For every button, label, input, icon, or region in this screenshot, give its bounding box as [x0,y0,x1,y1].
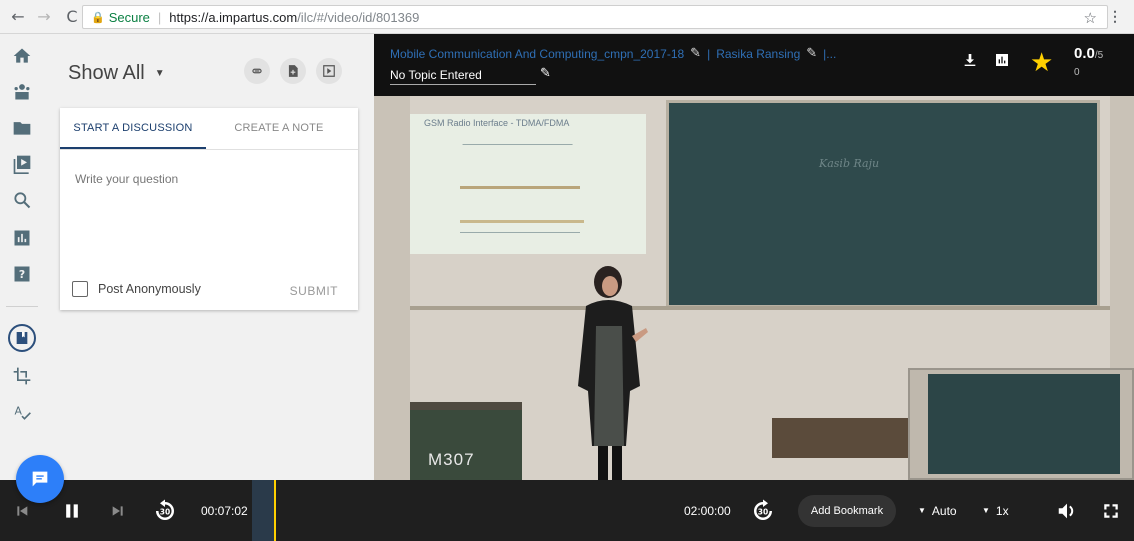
rating-count: 0 [1074,67,1080,78]
reload-icon[interactable]: C [62,7,82,26]
skip-next-icon[interactable] [110,480,126,541]
fullscreen-icon[interactable] [1102,480,1120,541]
caret-down-icon: ▼ [982,506,990,515]
back-icon[interactable]: ← [8,7,28,26]
discussion-panel: Show All ▼ START A DISCUSSION CREATE A N… [46,34,374,480]
video-header: Mobile Communication And Computing_cmpn_… [374,34,1134,96]
edit-instructor-icon[interactable]: ✎ [806,46,817,61]
svg-text:30: 30 [758,507,768,516]
instructor-name[interactable]: Rasika Ransing [716,47,800,61]
quality-dropdown[interactable]: ▼ Auto [918,480,957,541]
lock-icon: 🔒 [91,10,105,24]
playhead[interactable] [274,480,276,541]
slide-title: GSM Radio Interface - TDMA/FDMA [424,118,570,128]
presenter-figure [578,266,648,480]
board-writing: Kasib Raju [819,157,880,170]
notes-icon[interactable] [8,324,36,352]
rewind-30-icon[interactable]: 30 [152,480,178,541]
rating-value: 0.0 [1074,45,1095,62]
rating-max: /5 [1094,50,1104,61]
speed-dropdown[interactable]: ▼ 1x [982,480,1009,541]
rating-star-icon[interactable]: ★ [1030,48,1053,78]
download-icon[interactable] [962,52,978,68]
projected-slide: GSM Radio Interface - TDMA/FDMA [410,114,646,254]
classroom-icon[interactable] [10,80,34,104]
stats-icon[interactable] [994,52,1010,68]
anonymous-label: Post Anonymously [98,282,201,296]
analytics-icon[interactable] [10,226,34,250]
volume-icon[interactable] [1056,480,1078,541]
play-box-icon[interactable] [316,58,342,84]
video-library-icon[interactable] [10,152,34,176]
add-document-icon[interactable] [280,58,306,84]
crop-icon[interactable] [10,364,34,388]
svg-text:30: 30 [160,507,170,516]
anonymous-checkbox[interactable] [72,281,88,297]
svg-text:?: ? [19,268,25,281]
edit-topic-icon[interactable]: ✎ [540,66,551,81]
submit-button[interactable]: SUBMIT [290,284,338,298]
edit-title-icon[interactable]: ✎ [690,46,701,61]
player-controls: 30 00:07:02 02:00:00 30 Add Bookmark ▼ Au… [0,480,1134,541]
video-player[interactable]: GSM Radio Interface - TDMA/FDMA Kasib Ra… [374,96,1134,480]
chat-icon [32,471,48,487]
question-input[interactable]: Write your question [75,172,178,186]
caret-down-icon: ▼ [918,506,926,515]
room-label: M307 [428,450,475,469]
address-bar[interactable]: 🔒 Secure | https://a.impartus.com/ilc/#/… [82,5,1108,29]
spellcheck-icon[interactable]: A [10,400,34,424]
topic-field[interactable]: No Topic Entered [390,68,536,85]
progress-played[interactable] [252,480,274,541]
forward-30-icon[interactable]: 30 [750,480,776,541]
url-path: /ilc/#/video/id/801369 [297,9,420,25]
home-icon[interactable] [10,44,34,68]
secure-label: Secure [108,9,150,25]
chat-button[interactable] [16,455,64,503]
bookmark-star-icon[interactable]: ☆ [1084,9,1097,27]
discussion-tabs: START A DISCUSSION CREATE A NOTE [60,108,358,150]
folder-icon[interactable] [10,116,34,140]
caret-down-icon: ▼ [154,68,165,79]
forward-icon[interactable]: → [34,7,54,26]
help-icon[interactable]: ? [10,262,34,286]
browser-menu-icon[interactable]: ⋮ [1108,8,1122,25]
tab-create-note[interactable]: CREATE A NOTE [206,108,352,149]
svg-text:A: A [15,405,23,418]
browser-toolbar: ← → C 🔒 Secure | https://a.impartus.com /… [0,0,1134,34]
discussion-card: START A DISCUSSION CREATE A NOTE Write y… [60,108,358,310]
sidebar: ? A [0,34,46,480]
filter-dropdown[interactable]: Show All ▼ [68,62,165,85]
blackboard: Kasib Raju [666,100,1100,308]
tab-start-discussion[interactable]: START A DISCUSSION [60,108,206,149]
total-time: 02:00:00 [684,503,731,518]
video-title[interactable]: Mobile Communication And Computing_cmpn_… [390,47,684,61]
pause-icon[interactable] [62,480,82,541]
current-time: 00:07:02 [201,503,248,518]
picture-in-picture[interactable] [908,368,1134,480]
search-icon[interactable] [10,188,34,212]
link-icon[interactable] [244,58,270,84]
url-host: https://a.impartus.com [169,9,298,25]
add-bookmark-button[interactable]: Add Bookmark [798,495,896,527]
